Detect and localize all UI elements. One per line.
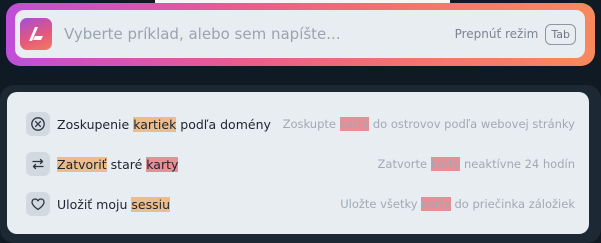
title-text: podľa domény [176, 116, 271, 132]
swap-arrows-icon [26, 152, 50, 176]
desc-text: do priečinka záložiek [450, 197, 575, 211]
desc-text: Zatvorte [377, 157, 431, 171]
switch-mode-label: Prepnúť režim [454, 27, 539, 41]
title-highlight: Zatvoriť [57, 156, 107, 172]
search-input[interactable] [64, 25, 455, 43]
list-item-group-tabs[interactable]: Zoskupenie kartiek podľa domény Zoskupte… [7, 104, 589, 144]
list-item-title: Zoskupenie kartiek podľa domény [57, 116, 271, 132]
list-item-title: Zatvoriť staré karty [57, 156, 179, 172]
list-item-description: Zoskupte karty do ostrovov podľa webovej… [283, 117, 575, 131]
results-panel: Zoskupenie kartiek podľa domény Zoskupte… [7, 92, 589, 234]
title-highlight: karty [146, 156, 179, 172]
search-frame: Prepnúť režim Tab [6, 3, 595, 66]
title-text: Uložiť moju [57, 196, 132, 212]
title-highlight: kartiek [133, 116, 177, 132]
tab-key-badge[interactable]: Tab [545, 23, 576, 45]
search-bar: Prepnúť režim Tab [15, 10, 585, 58]
list-item-title: Uložiť moju sessiu [57, 196, 170, 212]
circle-x-icon [26, 112, 50, 136]
list-item-description: Zatvorte karty neaktívne 24 hodín [378, 157, 575, 171]
desc-text: do ostrovov podľa webovej stránky [369, 117, 575, 131]
list-item-close-old-tabs[interactable]: Zatvoriť staré karty Zatvorte karty neak… [7, 144, 589, 184]
app-logo-icon [20, 18, 52, 50]
desc-highlight: karty [430, 157, 461, 171]
heart-icon [26, 192, 50, 216]
title-highlight: sessiu [131, 196, 170, 212]
desc-text: Zoskupte [282, 117, 340, 131]
title-text: Zoskupenie [57, 116, 134, 132]
desc-text: Uložte všetky [340, 197, 422, 211]
desc-highlight: karty [421, 197, 451, 211]
desc-highlight: karty [339, 117, 370, 131]
desc-text: neaktívne 24 hodín [460, 157, 575, 171]
list-item-save-session[interactable]: Uložiť moju sessiu Uložte všetky karty d… [7, 184, 589, 224]
title-text: staré [106, 156, 147, 172]
list-item-description: Uložte všetky karty do priečinka záložie… [340, 197, 575, 211]
